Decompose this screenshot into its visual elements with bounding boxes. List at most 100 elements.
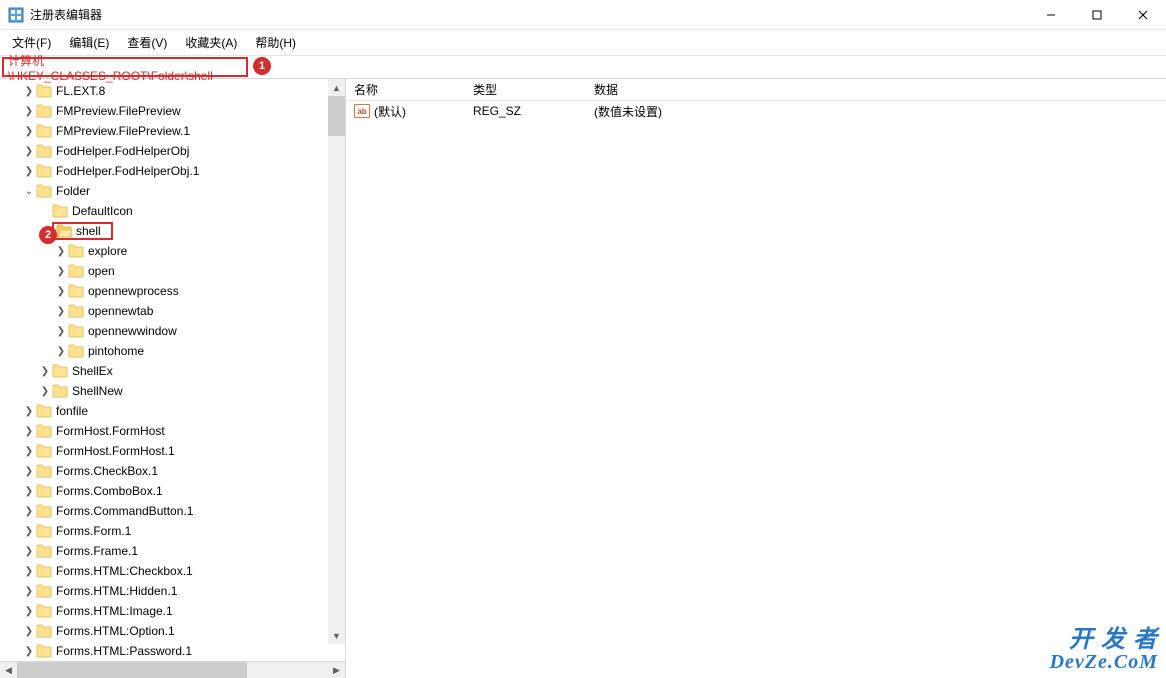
tree-item[interactable]: ❯ Forms.HTML:Image.1 — [0, 601, 328, 621]
scroll-thumb-h[interactable] — [17, 662, 247, 678]
tree-item[interactable]: ❯ Forms.Form.1 — [0, 521, 328, 541]
tree-item-label: explore — [88, 244, 127, 258]
tree-item[interactable]: ❯opennewprocess — [0, 281, 328, 301]
expander-icon[interactable]: ❯ — [22, 84, 36, 98]
tree-item-label: Forms.CommandButton.1 — [56, 504, 193, 518]
scroll-down-icon[interactable]: ▼ — [328, 627, 345, 644]
expander-icon[interactable]: ❯ — [54, 324, 68, 338]
expander-icon[interactable]: ❯ — [38, 364, 52, 378]
minimize-button[interactable] — [1028, 0, 1074, 29]
tree-item[interactable]: ❯ Forms.CommandButton.1 — [0, 501, 328, 521]
expander-icon[interactable]: ❯ — [22, 584, 36, 598]
column-name[interactable]: 名称 — [346, 79, 465, 100]
folder-icon — [36, 643, 52, 659]
expander-icon[interactable]: ❯ — [22, 544, 36, 558]
tree-item-label: ShellNew — [72, 384, 123, 398]
expander-icon[interactable]: ❯ — [22, 624, 36, 638]
expander-icon[interactable]: ❯ — [22, 424, 36, 438]
scroll-up-icon[interactable]: ▲ — [328, 79, 345, 96]
expander-icon[interactable]: ❯ — [22, 504, 36, 518]
folder-icon — [36, 523, 52, 539]
expander-icon[interactable]: ❯ — [22, 404, 36, 418]
folder-icon — [68, 323, 84, 339]
regedit-icon — [8, 7, 24, 23]
tree-item[interactable]: ❯ Forms.ComboBox.1 — [0, 481, 328, 501]
tree-item-label: Folder — [56, 184, 90, 198]
tree-item-label: FMPreview.FilePreview.1 — [56, 124, 190, 138]
folder-icon — [68, 283, 84, 299]
tree-item[interactable]: ❯Forms.HTML:Hidden.1 — [0, 581, 328, 601]
tree-item[interactable]: ❯FodHelper.FodHelperObj.1 — [0, 161, 328, 181]
expander-icon[interactable]: ❯ — [22, 124, 36, 138]
tree-item[interactable]: ❯ FMPreview.FilePreview.1 — [0, 121, 328, 141]
folder-icon — [36, 423, 52, 439]
watermark-line1: 开 发 者 — [1050, 628, 1158, 652]
expander-icon[interactable]: ❯ — [22, 444, 36, 458]
scroll-left-icon[interactable]: ◀ — [0, 662, 17, 678]
expander-icon[interactable]: ❯ — [22, 484, 36, 498]
expander-icon[interactable]: ⌄ — [22, 184, 36, 198]
tree-item[interactable]: ❯Forms.HTML:Option.1 — [0, 621, 328, 641]
string-value-icon: ab — [354, 104, 370, 118]
tree-item[interactable]: ❯Forms.Frame.1 — [0, 541, 328, 561]
expander-icon[interactable]: ❯ — [22, 604, 36, 618]
tree-item[interactable]: ❯Forms.HTML:Password.1 — [0, 641, 328, 661]
expander-icon[interactable]: ❯ — [22, 104, 36, 118]
column-data[interactable]: 数据 — [586, 79, 1166, 100]
scroll-right-icon[interactable]: ▶ — [328, 662, 345, 678]
tree-item[interactable]: ❯ ShellNew — [0, 381, 328, 401]
tree-item-label: ShellEx — [72, 364, 113, 378]
tree-item-label: FormHost.FormHost.1 — [56, 444, 175, 458]
tree-item[interactable]: ❯Forms.HTML:Checkbox.1 — [0, 561, 328, 581]
tree-item-label: Forms.CheckBox.1 — [56, 464, 158, 478]
expander-icon[interactable]: ❯ — [54, 264, 68, 278]
folder-icon — [36, 463, 52, 479]
expander-icon[interactable]: ❯ — [54, 244, 68, 258]
tree-item[interactable]: ❯ ShellEx — [0, 361, 328, 381]
tree-item-label: opennewtab — [88, 304, 153, 318]
folder-icon — [68, 343, 84, 359]
tree-item-label: Forms.HTML:Image.1 — [56, 604, 173, 618]
expander-icon[interactable]: ❯ — [22, 564, 36, 578]
tree-item[interactable]: ❯ opennewtab — [0, 301, 328, 321]
tree-item[interactable]: ❯ FMPreview.FilePreview — [0, 101, 328, 121]
tree-item-label: DefaultIcon — [72, 204, 133, 218]
tree-item-label: Forms.Form.1 — [56, 524, 131, 538]
tree-horizontal-scrollbar[interactable]: ◀ ▶ — [0, 661, 345, 678]
tree-item[interactable]: ❯opennewwindow — [0, 321, 328, 341]
menu-help[interactable]: 帮助(H) — [247, 31, 304, 54]
expander-icon[interactable]: ❯ — [22, 144, 36, 158]
expander-icon[interactable]: ❯ — [22, 464, 36, 478]
tree-item[interactable]: ❯FL.EXT.8 — [0, 81, 328, 101]
close-button[interactable] — [1120, 0, 1166, 29]
addressbar-row: 计算机\HKEY_CLASSES_ROOT\Folder\shell 1 — [0, 56, 1166, 78]
column-type[interactable]: 类型 — [465, 79, 586, 100]
tree-item[interactable]: ❯open — [0, 261, 328, 281]
scroll-thumb[interactable] — [328, 96, 345, 136]
expander-icon[interactable]: ❯ — [38, 384, 52, 398]
tree-item[interactable]: ❯pintohome — [0, 341, 328, 361]
tree-item[interactable]: ❯ Forms.CheckBox.1 — [0, 461, 328, 481]
expander-icon[interactable]: ❯ — [54, 344, 68, 358]
tree-item[interactable]: ❯FormHost.FormHost — [0, 421, 328, 441]
tree-pane: ❯FL.EXT.8❯FMPreview.FilePreview❯FMPrevie… — [0, 79, 346, 678]
tree-item[interactable]: ❯ FormHost.FormHost.1 — [0, 441, 328, 461]
tree-item[interactable]: ❯fonfile — [0, 401, 328, 421]
registry-tree[interactable]: ❯FL.EXT.8❯FMPreview.FilePreview❯FMPrevie… — [0, 81, 328, 661]
expander-icon[interactable]: ❯ — [54, 304, 68, 318]
tree-vertical-scrollbar[interactable]: ▲ ▼ — [328, 79, 345, 644]
expander-icon[interactable]: ❯ — [22, 644, 36, 658]
values-list[interactable]: ab (默认) REG_SZ (数值未设置) — [346, 101, 1166, 678]
expander-icon[interactable]: ❯ — [22, 164, 36, 178]
tree-item[interactable]: ❯ explore — [0, 241, 328, 261]
tree-item-label: FMPreview.FilePreview — [56, 104, 181, 118]
expander-icon[interactable]: ❯ — [22, 524, 36, 538]
value-row[interactable]: ab (默认) REG_SZ (数值未设置) — [346, 101, 1166, 121]
address-bar[interactable]: 计算机\HKEY_CLASSES_ROOT\Folder\shell — [2, 57, 248, 77]
tree-item[interactable]: ⌄ Folder — [0, 181, 328, 201]
tree-item[interactable]: ❯FodHelper.FodHelperObj — [0, 141, 328, 161]
expander-icon[interactable]: ❯ — [54, 284, 68, 298]
maximize-button[interactable] — [1074, 0, 1120, 29]
tree-item-label: Forms.ComboBox.1 — [56, 484, 163, 498]
tree-item[interactable]: DefaultIcon — [0, 201, 328, 221]
